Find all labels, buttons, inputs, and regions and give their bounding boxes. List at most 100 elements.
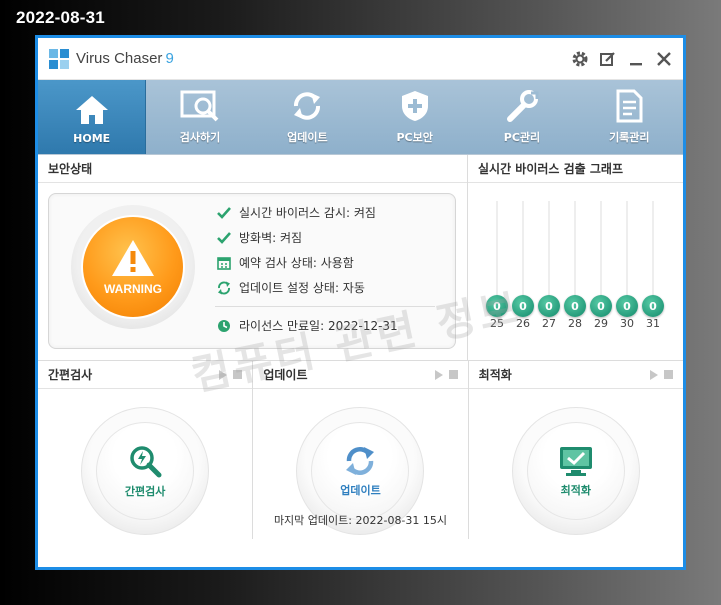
graph-day-label: 29 — [594, 317, 608, 330]
main-nav: HOME 검사하기 업데이트 PC보안 PC관리 기록관리 — [38, 80, 683, 155]
nav-logs[interactable]: 기록관리 — [575, 80, 683, 154]
play-icon[interactable] — [219, 369, 228, 380]
nav-home-label: HOME — [73, 132, 111, 145]
magnifier-bolt-icon — [130, 446, 162, 478]
nav-pc-manage[interactable]: PC관리 — [468, 80, 576, 154]
status-divider — [215, 306, 435, 307]
warning-triangle-icon — [112, 240, 154, 276]
stop-icon[interactable] — [233, 370, 243, 379]
security-status-title: 보안상태 — [48, 162, 93, 176]
nav-pc-security-label: PC보안 — [396, 131, 433, 144]
nav-pc-security[interactable]: PC보안 — [360, 80, 469, 154]
status-license-text: 라이선스 만료일: 2022-12-31 — [239, 319, 398, 333]
graph-value-bubble: 0 — [642, 295, 664, 317]
update-title: 업데이트 — [263, 368, 308, 382]
close-icon[interactable] — [653, 48, 675, 70]
graph-day-label: 27 — [542, 317, 556, 330]
security-status-panel: 보안상태 WARNING 실시간 바이러스 감시: 켜짐 방화벽: 켜짐 예약 … — [38, 155, 468, 360]
warning-badge-inner: WARNING — [81, 215, 185, 319]
scan-icon — [180, 90, 219, 122]
title-bar: Virus Chaser 9 — [38, 38, 683, 80]
check-icon — [215, 231, 233, 244]
document-icon — [616, 89, 643, 123]
play-icon[interactable] — [434, 369, 443, 380]
shield-plus-icon — [401, 91, 428, 121]
app-title: Virus Chaser 9 — [76, 50, 174, 67]
update-button-inner: 업데이트 — [311, 422, 410, 520]
status-update-setting: 업데이트 설정 상태: 자동 — [215, 275, 445, 300]
graph-column — [600, 201, 602, 303]
nav-update-label: 업데이트 — [287, 131, 328, 144]
detection-graph-panel: 실시간 바이러스 검출 그래프 0 25 0 26 0 27 0 28 0 29 0 30 0 31 — [468, 155, 683, 360]
nav-update[interactable]: 업데이트 — [253, 80, 361, 154]
optimize-button[interactable]: 최적화 — [511, 407, 640, 535]
edit-icon[interactable] — [597, 48, 619, 70]
wrench-icon — [506, 90, 539, 122]
graph-day-label: 28 — [568, 317, 582, 330]
quick-scan-button-inner: 간편검사 — [96, 422, 195, 520]
virus-chaser-logo-icon — [49, 48, 69, 69]
check-icon — [215, 206, 233, 219]
status-list: 실시간 바이러스 감시: 켜짐 방화벽: 켜짐 예약 검사 상태: 사용함 업데… — [215, 200, 445, 338]
nav-scan[interactable]: 검사하기 — [146, 80, 254, 154]
nav-home[interactable]: HOME — [38, 80, 147, 154]
home-icon — [75, 96, 108, 124]
graph-day-label: 25 — [490, 317, 504, 330]
warning-badge: WARNING — [71, 205, 195, 329]
stop-icon[interactable] — [663, 370, 673, 379]
optimize-button-inner: 최적화 — [526, 422, 625, 520]
graph-column — [626, 201, 628, 303]
last-update-text: 마지막 업데이트: 2022-08-31 15시 — [273, 514, 448, 527]
quick-scan-panel: 간편검사 간편검사 — [38, 361, 254, 539]
status-firewall-text: 방화벽: 켜짐 — [239, 231, 303, 245]
gear-icon[interactable] — [569, 48, 591, 70]
update-controls — [434, 369, 468, 380]
minimize-icon[interactable] — [625, 48, 647, 70]
graph-value-bubble: 0 — [616, 295, 638, 317]
graph-value-bubble: 0 — [538, 295, 560, 317]
graph-column — [496, 201, 498, 303]
graph-column — [522, 201, 524, 303]
app-name: Virus Chaser — [76, 50, 163, 67]
clock-icon — [215, 319, 233, 333]
window-controls — [569, 48, 683, 70]
date-stamp: 2022-08-31 — [16, 8, 105, 27]
graph-value-bubble: 0 — [486, 295, 508, 317]
graph-value-bubble: 0 — [564, 295, 586, 317]
graph-day-label: 26 — [516, 317, 530, 330]
status-firewall: 방화벽: 켜짐 — [215, 225, 445, 250]
optimize-header: 최적화 — [468, 361, 683, 389]
detection-graph: 0 25 0 26 0 27 0 28 0 29 0 30 0 31 — [468, 183, 683, 361]
refresh-icon — [346, 447, 375, 475]
graph-column — [548, 201, 550, 303]
update-button-label: 업데이트 — [340, 484, 381, 497]
monitor-check-icon — [559, 447, 592, 476]
detection-graph-title: 실시간 바이러스 검출 그래프 — [478, 162, 624, 176]
optimize-controls — [649, 369, 683, 380]
graph-value-bubble: 0 — [590, 295, 612, 317]
graph-column — [574, 201, 576, 303]
nav-scan-label: 검사하기 — [179, 131, 221, 144]
warning-label: WARNING — [104, 282, 162, 296]
nav-pc-manage-label: PC관리 — [503, 131, 541, 144]
detection-graph-header: 실시간 바이러스 검출 그래프 — [468, 155, 683, 183]
security-status-header: 보안상태 — [38, 155, 467, 183]
app-version: 9 — [165, 50, 174, 67]
update-panel: 업데이트 업데이트 마지막 업데이트: 2022-08-31 15시 — [253, 361, 469, 539]
quick-scan-header: 간편검사 — [38, 361, 253, 389]
play-icon[interactable] — [649, 369, 658, 380]
update-header: 업데이트 — [253, 361, 468, 389]
refresh-icon — [294, 92, 321, 120]
status-license: 라이선스 만료일: 2022-12-31 — [215, 313, 445, 338]
nav-logs-label: 기록관리 — [609, 131, 650, 144]
optimize-panel: 최적화 최적화 — [468, 361, 683, 539]
graph-column — [652, 201, 654, 303]
quick-scan-button-label: 간편검사 — [124, 485, 166, 498]
bottom-row: 간편검사 간편검사 업데이트 업데이트 마지막 업데이트: 2022-08-31… — [38, 361, 683, 539]
graph-value-bubble: 0 — [512, 295, 534, 317]
quick-scan-button[interactable]: 간편검사 — [81, 407, 210, 535]
calendar-icon — [215, 256, 233, 270]
stop-icon[interactable] — [448, 370, 458, 379]
quick-scan-controls — [219, 369, 252, 380]
optimize-button-label: 최적화 — [560, 484, 591, 497]
